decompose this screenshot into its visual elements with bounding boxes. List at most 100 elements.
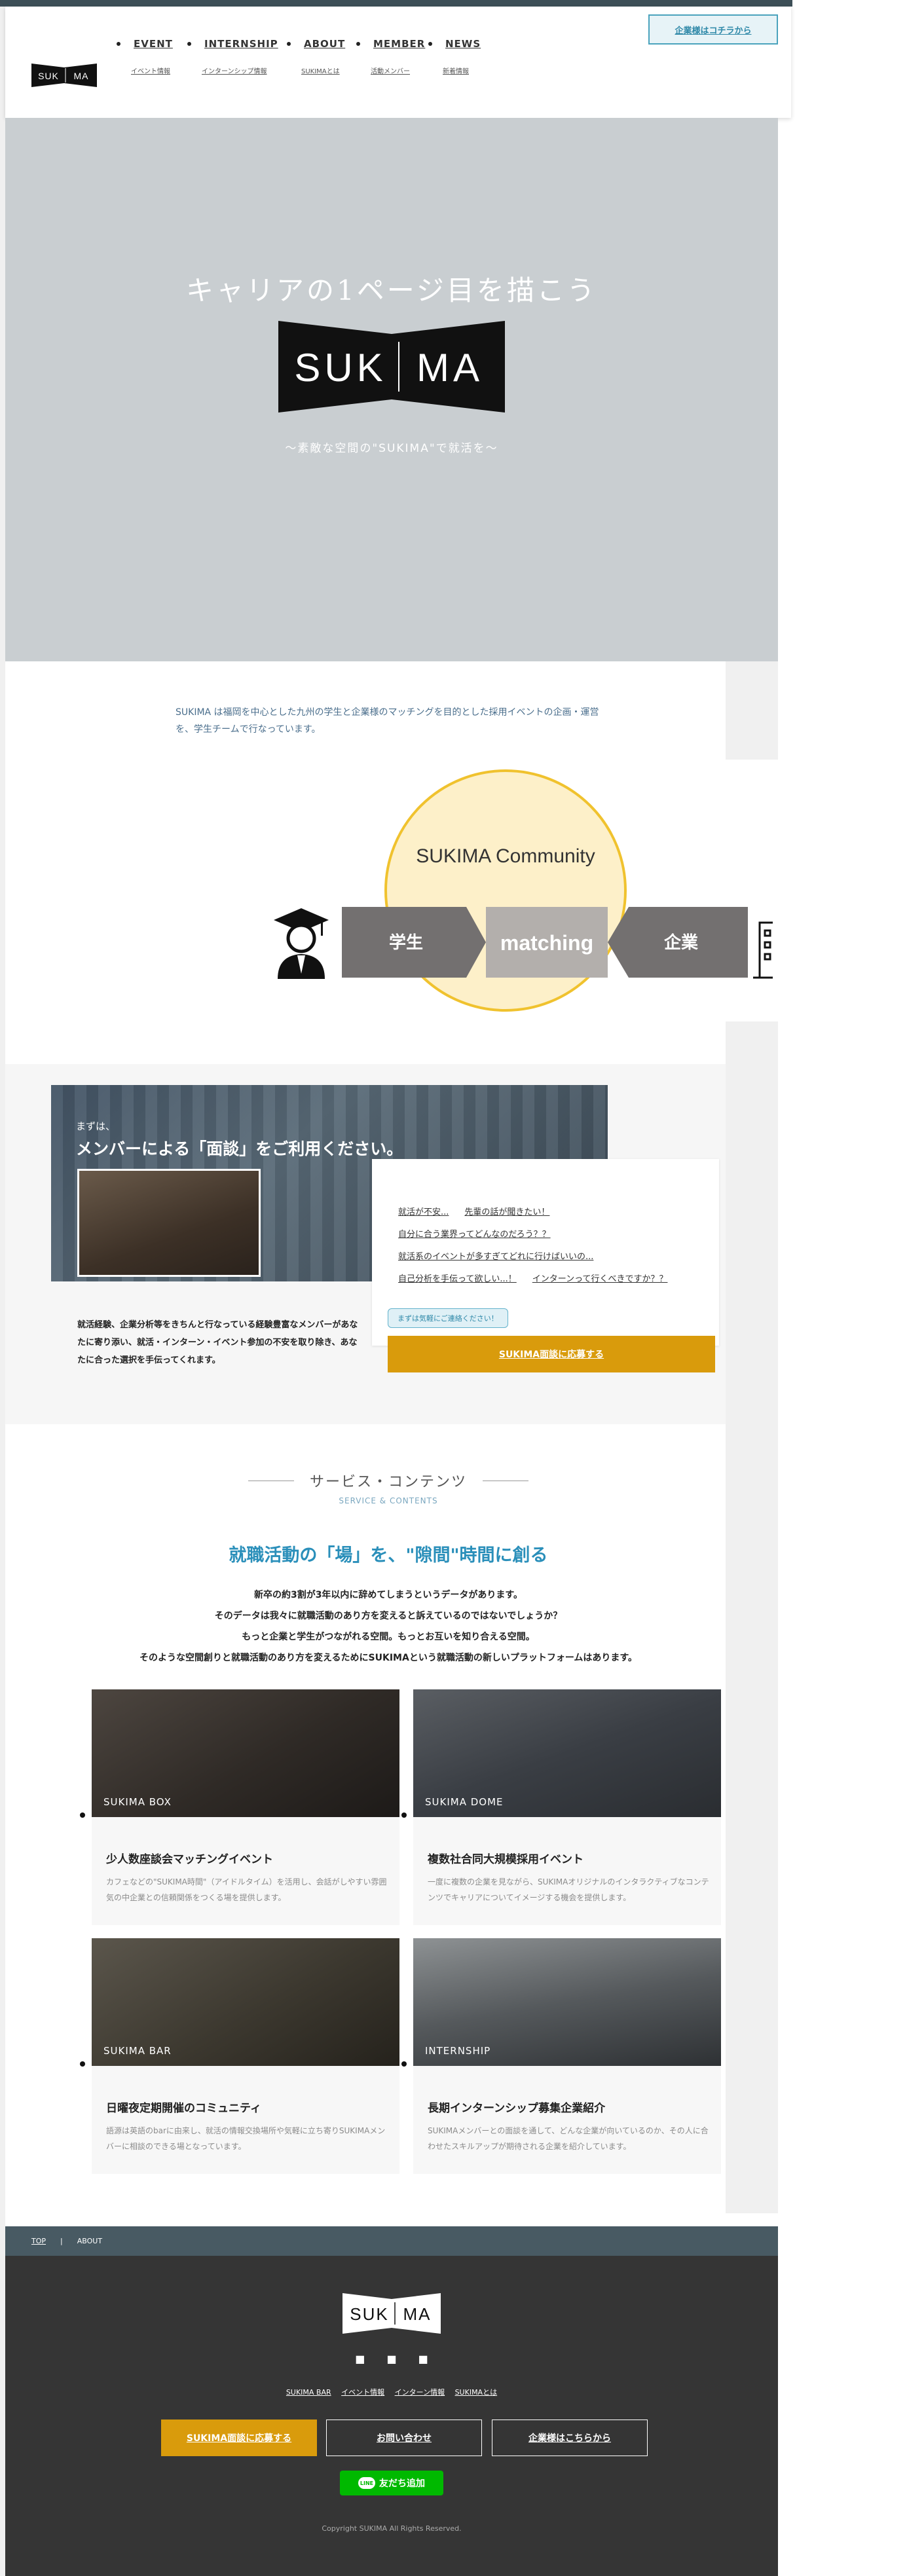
footer-logo-right: MA <box>403 2304 432 2324</box>
card-title: 日曜夜定期開催のコミュニティ <box>106 2102 261 2115</box>
nav-about-label: ABOUT <box>304 38 346 50</box>
nav-internship-sub[interactable]: インターンシップ情報 <box>202 65 287 75</box>
social-icons: ■ ■ ■ <box>5 2353 778 2365</box>
hero-catchphrase: キャリアの1ページ目を描こう <box>186 274 597 306</box>
student-label: 学生 <box>389 932 423 953</box>
footer-link[interactable]: SUKIMAとは <box>455 2388 498 2397</box>
service-heading: サービス・コンテンツ SERVICE & CONTENTS <box>51 1470 726 1505</box>
corporate-button[interactable]: 企業様はコチラから <box>648 14 778 45</box>
faq-item[interactable]: 先輩の話が聞きたい！ <box>464 1207 549 1217</box>
interview-title: メンバーによる「面談」をご利用ください。 <box>76 1139 403 1158</box>
card-tag: INTERNSHIP <box>425 2045 491 2057</box>
breadcrumb-current: ABOUT <box>77 2237 103 2245</box>
service-heading-en: SERVICE & CONTENTS <box>339 1496 438 1505</box>
service-card-internship[interactable]: INTERNSHIP 長期インターンシップ募集企業紹介 SUKIMAメンバーとの… <box>401 1938 721 2174</box>
matching-label: matching <box>500 931 593 955</box>
nav-member-sub[interactable]: 活動メンバー <box>371 65 428 75</box>
card-desc: SUKIMAメンバーとの面談を通して、どんな企業が向いているのか、その人に合わせ… <box>428 2126 709 2151</box>
interview-small-photo <box>77 1169 261 1277</box>
footer-contact-button[interactable]: お問い合わせ <box>326 2420 482 2456</box>
bullet-icon <box>428 42 432 46</box>
line-add-friend-button[interactable]: LINE 友だち追加 <box>340 2471 443 2495</box>
community-label: SUKIMA Community <box>416 845 595 867</box>
lead-line: そのデータは我々に就職活動のあり方を変えると訴えているのではないでしょうか？ <box>214 1611 563 1621</box>
faq-card: 就活が不安... 先輩の話が聞きたい！ 自分に合う業界ってどんなのだろう？？ 就活… <box>372 1159 719 1372</box>
right-strip <box>726 661 778 760</box>
footer-apply-button[interactable]: SUKIMA面談に応募する <box>161 2420 317 2456</box>
right-strip <box>726 1021 778 2213</box>
footer-link[interactable]: イベント情報 <box>341 2388 384 2397</box>
building-icon <box>753 921 773 979</box>
bullet-icon <box>401 1812 407 1818</box>
intro-text: SUKIMA は福岡を中心とした九州の学生と企業様のマッチングを目的とした採用イ… <box>176 707 599 735</box>
service-card-dome[interactable]: SUKIMA DOME 複数社合同大規模採用イベント 一度に複数の企業を見ながら… <box>401 1689 721 1925</box>
nav-event-sub[interactable]: イベント情報 <box>131 65 187 75</box>
footer-logo-left: SUK <box>350 2304 388 2324</box>
top-bar <box>0 0 792 7</box>
faq-item[interactable]: 就活系のイベントが多すぎてどれに行けばいいの... <box>398 1252 593 1262</box>
site-header: SUK MA EVENT イベント情報 INTERNSHIP インターンシップ情… <box>5 7 791 118</box>
footer-link[interactable]: SUKIMA BAR <box>286 2388 331 2397</box>
graduate-icon <box>274 908 329 979</box>
hero-subtitle: 〜素敵な空間の"SUKIMA"で就活を〜 <box>285 442 498 455</box>
site-footer: SUK MA ■ ■ ■ SUKIMA BAR イベント情報 インターン情報 S… <box>5 2256 778 2576</box>
nav-event-label: EVENT <box>134 38 173 50</box>
bullet-icon <box>80 1812 85 1818</box>
card-photo: SUKIMA BAR <box>92 1938 399 2066</box>
card-desc: 語源は英語のbarに由来し、就活の情報交換場所や気軽に立ち寄りSUKIMAメンバ… <box>106 2126 386 2151</box>
apply-interview-button[interactable]: SUKIMA面談に応募する <box>388 1336 715 1372</box>
service-heading-jp: サービス・コンテンツ <box>232 1470 544 1491</box>
nav-about-sub[interactable]: SUKIMAとは <box>301 65 356 75</box>
footer-link[interactable]: インターン情報 <box>395 2388 445 2397</box>
hero-logo: SUK MA <box>278 321 505 413</box>
service-section: サービス・コンテンツ SERVICE & CONTENTS 就職活動の「場」を、… <box>51 1424 726 2213</box>
card-desc: カフェなどの"SUKIMA時間"（アイドルタイム）を活用し、会話がしやすい雰囲気… <box>106 1877 387 1902</box>
nav-news-sub[interactable]: 新着情報 <box>443 65 500 75</box>
card-tag: SUKIMA BOX <box>103 1796 172 1808</box>
hero-logo-left: SUK <box>294 346 386 390</box>
faq-item[interactable]: 自分に合う業界ってどんなのだろう？？ <box>398 1230 551 1240</box>
twitter-icon[interactable]: ■ <box>386 2353 396 2365</box>
nav-internship[interactable]: INTERNSHIP インターンシップ情報 <box>187 38 287 75</box>
bullet-icon <box>401 2061 407 2067</box>
bullet-icon <box>356 42 360 46</box>
footer-corporate-button[interactable]: 企業様はこちらから <box>492 2420 648 2456</box>
nav-news[interactable]: NEWS 新着情報 <box>428 38 500 75</box>
company-label: 企業 <box>664 932 698 953</box>
lead-line: もっと企業と学生がつながれる空間。もっとお互いを知り合える空間。 <box>242 1632 535 1642</box>
faq-list: 就活が不安... 先輩の話が聞きたい！ 自分に合う業界ってどんなのだろう？？ 就活… <box>398 1202 699 1291</box>
footer-logo[interactable]: SUK MA <box>342 2293 441 2334</box>
service-card-bar[interactable]: SUKIMA BAR 日曜夜定期開催のコミュニティ 語源は英語のbarに由来し、… <box>80 1938 399 2174</box>
faq-item[interactable]: インターンって行くべきですか？？ <box>532 1274 668 1284</box>
instagram-icon[interactable]: ■ <box>418 2353 428 2365</box>
service-card-box[interactable]: SUKIMA BOX 少人数座談会マッチングイベント カフェなどの"SUKIMA… <box>80 1689 399 1925</box>
faq-item[interactable]: 就活が不安... <box>398 1207 449 1217</box>
site-logo-left: SUK <box>38 71 59 81</box>
footer-links: SUKIMA BAR イベント情報 インターン情報 SUKIMAとは <box>5 2387 778 2397</box>
bullet-icon <box>80 2061 85 2067</box>
breadcrumb-top[interactable]: TOP <box>31 2237 46 2245</box>
faq-item[interactable]: 自己分析を手伝って欲しい...！ <box>398 1274 517 1284</box>
card-photo: SUKIMA DOME <box>413 1689 721 1817</box>
nav-member[interactable]: MEMBER 活動メンバー <box>356 38 428 75</box>
card-desc: 一度に複数の企業を見ながら、SUKIMAオリジナルのインタラクティブなコンテンツ… <box>428 1877 709 1902</box>
nav-event[interactable]: EVENT イベント情報 <box>117 38 187 75</box>
card-title: 長期インターンシップ募集企業紹介 <box>428 2102 606 2115</box>
nav-member-label: MEMBER <box>373 38 426 50</box>
service-lead: 新卒の約3割が3年以内に辞めてしまうというデータがあります。 そのデータは我々に… <box>51 1585 726 1668</box>
hero-logo-right: MA <box>416 346 483 390</box>
facebook-icon[interactable]: ■ <box>355 2353 365 2365</box>
card-title: 少人数座談会マッチングイベント <box>106 1853 273 1866</box>
site-logo[interactable]: SUK MA <box>31 62 97 88</box>
lead-line: そのような空間創りと就職活動のあり方を変えるためにSUKIMAという就職活動の新… <box>139 1653 638 1663</box>
line-button-label: 友だち追加 <box>379 2478 425 2489</box>
interview-pre: まずは、 <box>76 1120 116 1132</box>
card-tag: SUKIMA DOME <box>425 1796 504 1808</box>
card-photo: INTERNSHIP <box>413 1938 721 2066</box>
hero: キャリアの1ページ目を描こう SUK MA 〜素敵な空間の"SUKIMA"で就活… <box>5 118 778 661</box>
copyright: Copyright SUKIMA All Rights Reserved. <box>322 2524 462 2533</box>
card-title: 複数社合同大規模採用イベント <box>428 1853 583 1866</box>
lead-line: 新卒の約3割が3年以内に辞めてしまうというデータがあります。 <box>253 1590 523 1600</box>
nav-internship-label: INTERNSHIP <box>204 38 278 50</box>
nav-about[interactable]: ABOUT SUKIMAとは <box>287 38 356 75</box>
